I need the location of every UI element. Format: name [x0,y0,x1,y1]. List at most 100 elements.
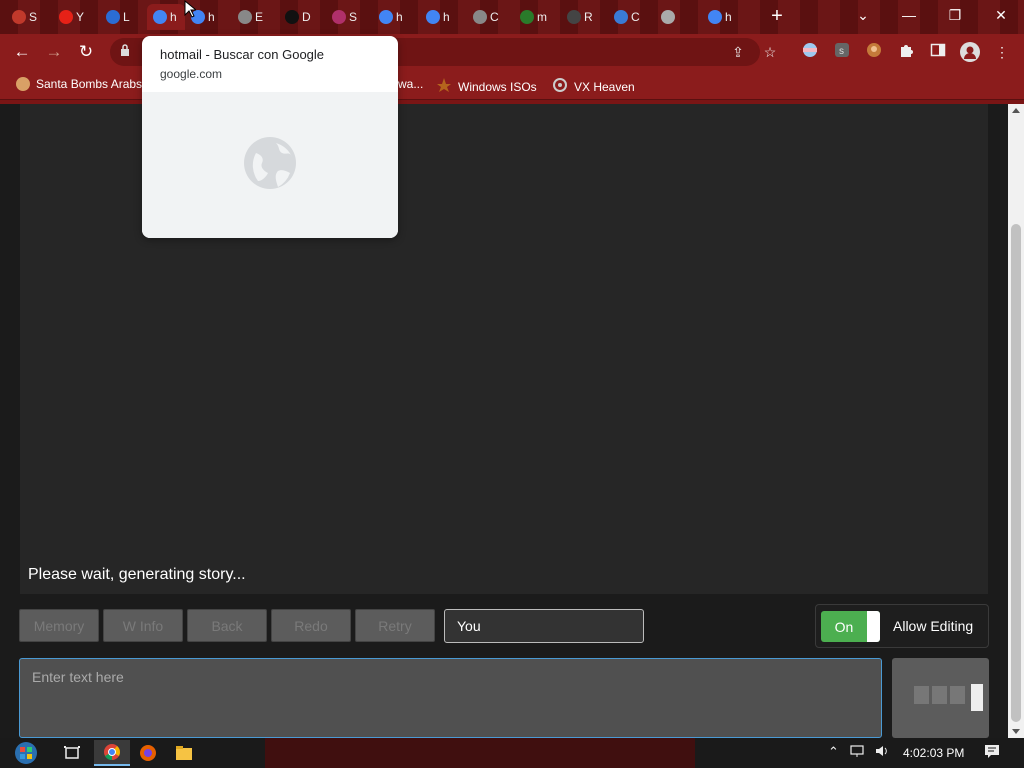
bookmark-vx-heaven[interactable]: VX Heaven [552,77,635,96]
mouse-cursor-icon [184,0,198,23]
new-tab-button[interactable]: + [766,6,788,28]
tab-favicon-icon [661,10,675,24]
browser-tab[interactable]: D [279,4,326,30]
browser-tab[interactable]: S [6,4,53,30]
browser-tab[interactable]: S [326,4,373,30]
scroll-up-arrow-icon[interactable] [1012,108,1020,113]
browser-tab[interactable]: h [702,4,749,30]
browser-tab[interactable]: Y [53,4,100,30]
chrome-icon [104,744,120,761]
browser-tab[interactable]: R [561,4,608,30]
browser-tab[interactable]: m [514,4,561,30]
bookmark-wa[interactable]: wa... [398,77,423,91]
browser-tab[interactable]: L [100,4,147,30]
browser-tab[interactable]: E [232,4,279,30]
profile-avatar-icon[interactable] [960,42,980,62]
tab-favicon-icon [12,10,26,24]
back-action-button[interactable]: Back [187,609,267,642]
extension-s-icon[interactable]: s [832,42,852,62]
tab-favicon-icon [285,10,299,24]
retry-button[interactable]: Retry [355,609,435,642]
tab-strip: S Y Lh h E D Sh h Cm R Ch + ⌄ — ❐ ✕ [0,0,1024,34]
actor-input[interactable]: You [444,609,644,643]
tab-favicon-icon [238,10,252,24]
bookmark-favicon-icon [436,77,452,96]
tab-title: h [396,10,403,24]
tab-list: S Y Lh h E D Sh h Cm R Ch [6,4,749,30]
firefox-icon [140,745,156,761]
bookmark-windows-isos[interactable]: Windows ISOs [436,77,537,96]
allow-editing-control: On Allow Editing [815,604,989,648]
extensions-puzzle-icon[interactable] [896,42,916,62]
tab-favicon-icon [473,10,487,24]
taskbar-firefox[interactable] [130,740,166,766]
browser-tab[interactable]: h [420,4,467,30]
scroll-down-arrow-icon[interactable] [1012,729,1020,734]
loading-dots-icon [914,686,965,704]
tab-favicon-icon [426,10,440,24]
side-panel-icon[interactable] [928,42,948,62]
svg-text:s: s [839,46,844,57]
bookmark-favicon-icon [552,77,568,96]
tab-favicon-icon [614,10,628,24]
tab-title: h [170,10,177,24]
tab-favicon-icon [708,10,722,24]
share-icon[interactable]: ⇪ [728,42,748,62]
windows-logo-icon [15,742,37,764]
scroll-thumb[interactable] [1011,224,1021,722]
extension-flag-icon[interactable] [800,42,820,62]
hover-card-preview [142,92,398,238]
page-scrollbar[interactable] [1008,104,1024,738]
story-status-text: Please wait, generating story... [28,566,246,583]
taskbar-chrome[interactable] [94,740,130,766]
start-button[interactable] [8,740,44,766]
tab-title: Y [76,10,85,24]
bookmark-santa-bombs-arabs[interactable]: Santa Bombs Arabs [16,77,142,91]
restore-button[interactable]: ❐ [932,0,978,30]
hover-card-title: hotmail - Buscar con Google [160,47,325,62]
browser-tab[interactable]: h [147,4,185,30]
volume-icon[interactable] [874,744,890,761]
tab-title: R [584,10,593,24]
memory-button[interactable]: Memory [19,609,99,642]
taskbar-file-explorer[interactable] [166,740,202,766]
tab-title: S [29,10,38,24]
bookmark-label: Santa Bombs Arabs [36,77,143,91]
toggle-on-label: On [834,618,854,635]
taskbar-clock[interactable]: 4:02:03 PM [903,746,964,760]
submit-button[interactable] [892,658,989,738]
show-hidden-icons-chevron[interactable]: ⌃ [828,744,839,760]
bookmark-star-icon[interactable]: ☆ [760,42,780,62]
reload-button[interactable]: ↻ [74,40,98,64]
task-view-button[interactable] [54,740,90,766]
taskbar-red-window[interactable] [265,738,695,768]
extension-avatar-icon[interactable] [864,42,884,62]
forward-button[interactable]: → [42,40,66,64]
redo-button[interactable]: Redo [271,609,351,642]
tab-favicon-icon [379,10,393,24]
browser-tab[interactable]: C [467,4,514,30]
world-info-button[interactable]: W Info [103,609,183,642]
bookmark-label: wa... [398,77,424,91]
network-icon[interactable] [850,744,866,761]
back-button[interactable]: ← [10,40,34,64]
menu-kebab-icon[interactable]: ⋮ [992,42,1012,62]
tab-search-chevron-icon[interactable]: ⌄ [840,0,886,30]
minimize-button[interactable]: — [886,0,932,30]
browser-tab[interactable]: C [608,4,655,30]
tab-favicon-icon [106,10,120,24]
tab-title: h [208,10,215,24]
loading-bar-icon [971,684,983,711]
browser-tab[interactable]: h [373,4,420,30]
story-input-field[interactable]: Enter text here [19,658,882,738]
browser-tab[interactable] [655,4,702,30]
tab-favicon-icon [153,10,167,24]
lock-icon [120,44,130,56]
folder-icon [176,746,192,760]
tab-favicon-icon [520,10,534,24]
notifications-icon[interactable] [984,744,1000,761]
allow-editing-toggle[interactable]: On [821,611,880,642]
close-window-button[interactable]: ✕ [978,0,1024,30]
windows-taskbar: ⌃ 4:02:03 PM [0,738,1024,768]
tab-title: h [725,10,732,24]
